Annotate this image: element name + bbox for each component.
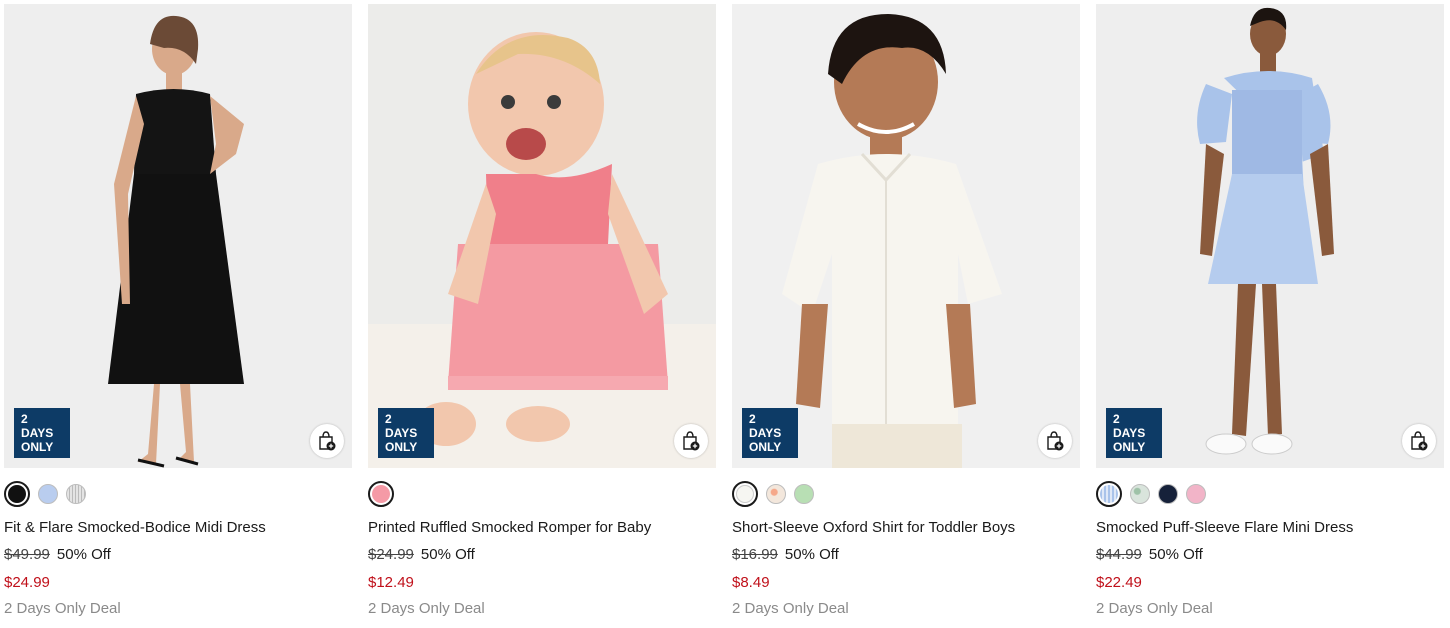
color-swatch[interactable] [1158,484,1178,504]
baby-pink-romper-photo [368,32,716,468]
price-row: $44.99 50% Off [1096,545,1444,565]
shopping-bag-plus-icon [319,431,336,451]
deal-label: 2 Days Only Deal [732,600,849,617]
shopping-bag-plus-icon [683,431,700,451]
add-to-bag-button[interactable] [1402,424,1436,458]
original-price: $16.99 [732,546,778,563]
price-row: $24.99 50% Off [368,545,716,565]
product-card: 2 DAYS ONLY Short-Sleeve Oxford Shirt fo… [732,4,1080,624]
product-image[interactable]: 2 DAYS ONLY [1096,4,1444,468]
original-price: $24.99 [368,546,414,563]
sale-price: $24.99 [4,574,50,591]
deal-label: 2 Days Only Deal [4,600,121,617]
product-card: 2 DAYS ONLY Printed Ruffled Smocked Romp… [368,4,716,624]
color-swatch[interactable] [766,484,786,504]
product-image[interactable]: 2 DAYS ONLY [4,4,352,468]
product-card: 2 DAYS ONLY Smocked Puff-Sleeve Flare Mi… [1096,4,1444,624]
boy-white-shirt-photo [782,14,1002,468]
sale-price: $12.49 [368,574,414,591]
color-swatch[interactable] [1186,484,1206,504]
deal-badge: 2 DAYS ONLY [14,408,70,458]
product-card: 2 DAYS ONLY Fit & Flare Smocked-Bodice M… [4,4,352,624]
price-row: $16.99 50% Off [732,545,1080,565]
color-swatch[interactable] [4,481,30,507]
color-swatch[interactable] [1096,481,1122,507]
color-swatches [368,481,716,507]
price-row: $49.99 50% Off [4,545,352,565]
sale-price: $22.49 [1096,574,1142,591]
woman-blue-dress-photo [1197,7,1334,455]
deal-badge: 2 DAYS ONLY [742,408,798,458]
add-to-bag-button[interactable] [310,424,344,458]
deal-badge: 2 DAYS ONLY [1106,408,1162,458]
color-swatch[interactable] [368,481,394,507]
color-swatches [732,481,1080,507]
discount-label: 50% Off [1148,546,1203,563]
product-image[interactable]: 2 DAYS ONLY [732,4,1080,468]
woman-black-dress-photo [108,15,244,468]
color-swatches [4,481,352,507]
color-swatch[interactable] [38,484,58,504]
deal-label: 2 Days Only Deal [1096,600,1213,617]
color-swatch[interactable] [1130,484,1150,504]
sale-price: $8.49 [732,574,770,591]
color-swatch[interactable] [794,484,814,504]
deal-label: 2 Days Only Deal [368,600,485,617]
product-name[interactable]: Smocked Puff-Sleeve Flare Mini Dress [1096,518,1444,538]
color-swatches [1096,481,1444,507]
add-to-bag-button[interactable] [674,424,708,458]
discount-label: 50% Off [420,546,475,563]
color-swatch[interactable] [66,484,86,504]
shopping-bag-plus-icon [1047,431,1064,451]
original-price: $44.99 [1096,546,1142,563]
original-price: $49.99 [4,546,50,563]
color-swatch[interactable] [732,481,758,507]
product-name[interactable]: Printed Ruffled Smocked Romper for Baby [368,518,716,538]
discount-label: 50% Off [56,546,111,563]
product-name[interactable]: Short-Sleeve Oxford Shirt for Toddler Bo… [732,518,1080,538]
discount-label: 50% Off [784,546,839,563]
deal-badge: 2 DAYS ONLY [378,408,434,458]
product-grid: 2 DAYS ONLY Fit & Flare Smocked-Bodice M… [0,0,1450,628]
add-to-bag-button[interactable] [1038,424,1072,458]
shopping-bag-plus-icon [1411,431,1428,451]
product-name[interactable]: Fit & Flare Smocked-Bodice Midi Dress [4,518,352,538]
product-image[interactable]: 2 DAYS ONLY [368,4,716,468]
